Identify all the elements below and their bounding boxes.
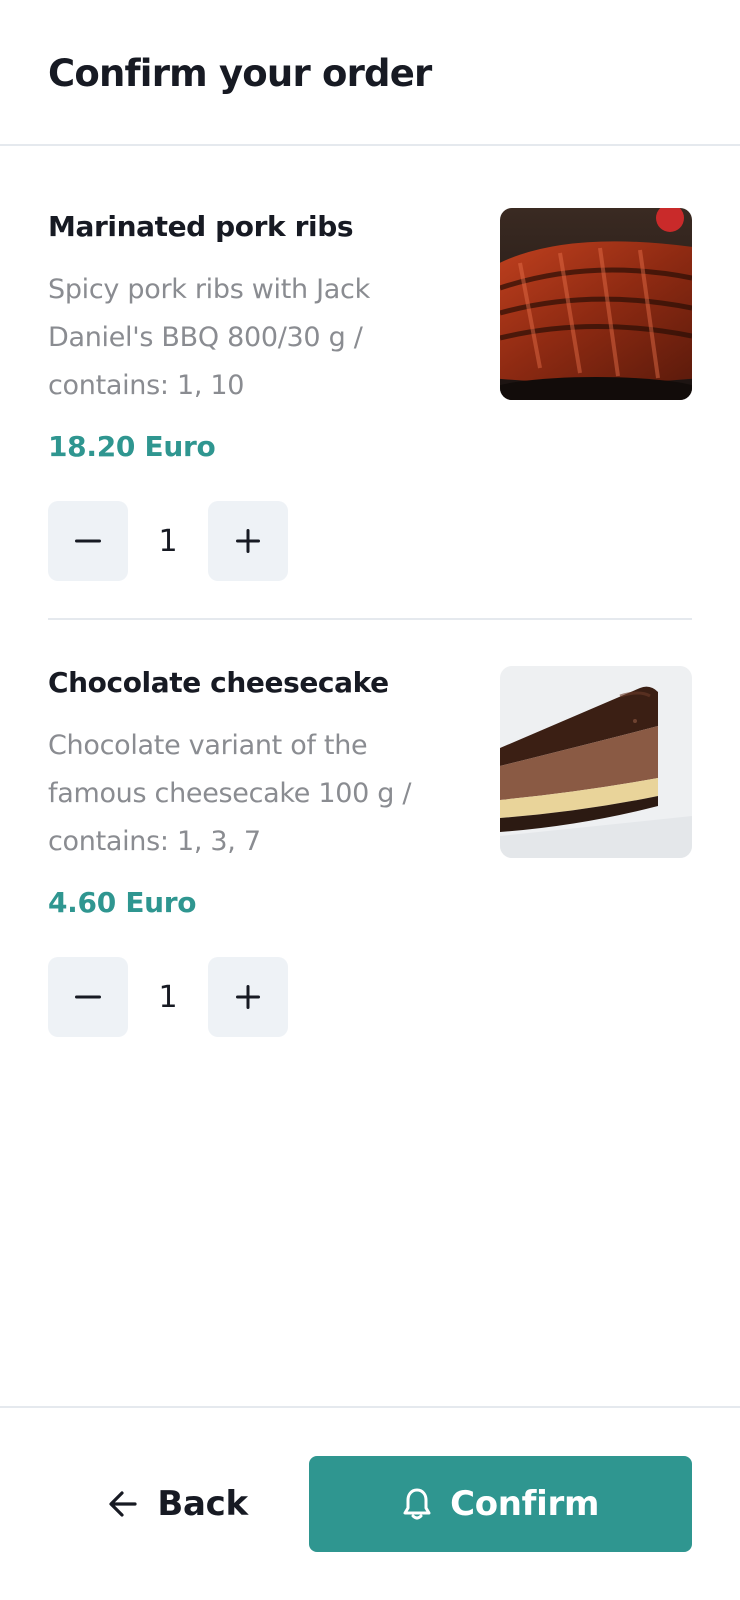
action-footer: Back Confirm xyxy=(0,1406,740,1600)
quantity-stepper: 1 xyxy=(48,957,692,1037)
list-item: Marinated pork ribs Spicy pork ribs with… xyxy=(48,146,692,618)
page-title: Confirm your order xyxy=(48,52,432,95)
cheesecake-illustration xyxy=(500,666,692,858)
item-name: Chocolate cheesecake xyxy=(48,666,389,699)
cheesecake-image xyxy=(500,666,692,858)
item-name: Marinated pork ribs xyxy=(48,210,354,243)
item-price: 4.60 Euro xyxy=(48,886,197,919)
order-items-list: Marinated pork ribs Spicy pork ribs with… xyxy=(0,146,740,1081)
bell-icon xyxy=(403,1488,431,1520)
minus-icon xyxy=(75,995,101,999)
quantity-value: 1 xyxy=(158,979,178,1015)
plus-icon xyxy=(236,529,260,553)
minus-icon xyxy=(75,539,101,543)
confirm-button[interactable]: Confirm xyxy=(309,1456,692,1552)
pork-ribs-image xyxy=(500,208,692,400)
quantity-value: 1 xyxy=(158,523,178,559)
pork-ribs-illustration xyxy=(500,208,692,400)
increase-quantity-button[interactable] xyxy=(208,501,288,581)
item-details: Chocolate cheesecake Chocolate variant o… xyxy=(48,666,448,919)
item-description: Chocolate variant of the famous cheeseca… xyxy=(48,730,412,857)
decrease-quantity-button[interactable] xyxy=(48,501,128,581)
increase-quantity-button[interactable] xyxy=(208,957,288,1037)
arrow-left-icon xyxy=(109,1491,137,1517)
decrease-quantity-button[interactable] xyxy=(48,957,128,1037)
confirm-button-label: Confirm xyxy=(450,1484,600,1524)
back-button-label: Back xyxy=(157,1484,248,1524)
quantity-stepper: 1 xyxy=(48,501,692,581)
item-price: 18.20 Euro xyxy=(48,430,216,463)
order-confirmation-page: Confirm your order Marinated pork ribs S… xyxy=(0,0,740,1600)
item-details: Marinated pork ribs Spicy pork ribs with… xyxy=(48,210,448,463)
back-button[interactable]: Back xyxy=(48,1456,309,1552)
item-description: Spicy pork ribs with Jack Daniel's BBQ 8… xyxy=(48,274,370,401)
page-header: Confirm your order xyxy=(0,0,740,146)
list-item: Chocolate cheesecake Chocolate variant o… xyxy=(48,618,692,1081)
plus-icon xyxy=(236,985,260,1009)
